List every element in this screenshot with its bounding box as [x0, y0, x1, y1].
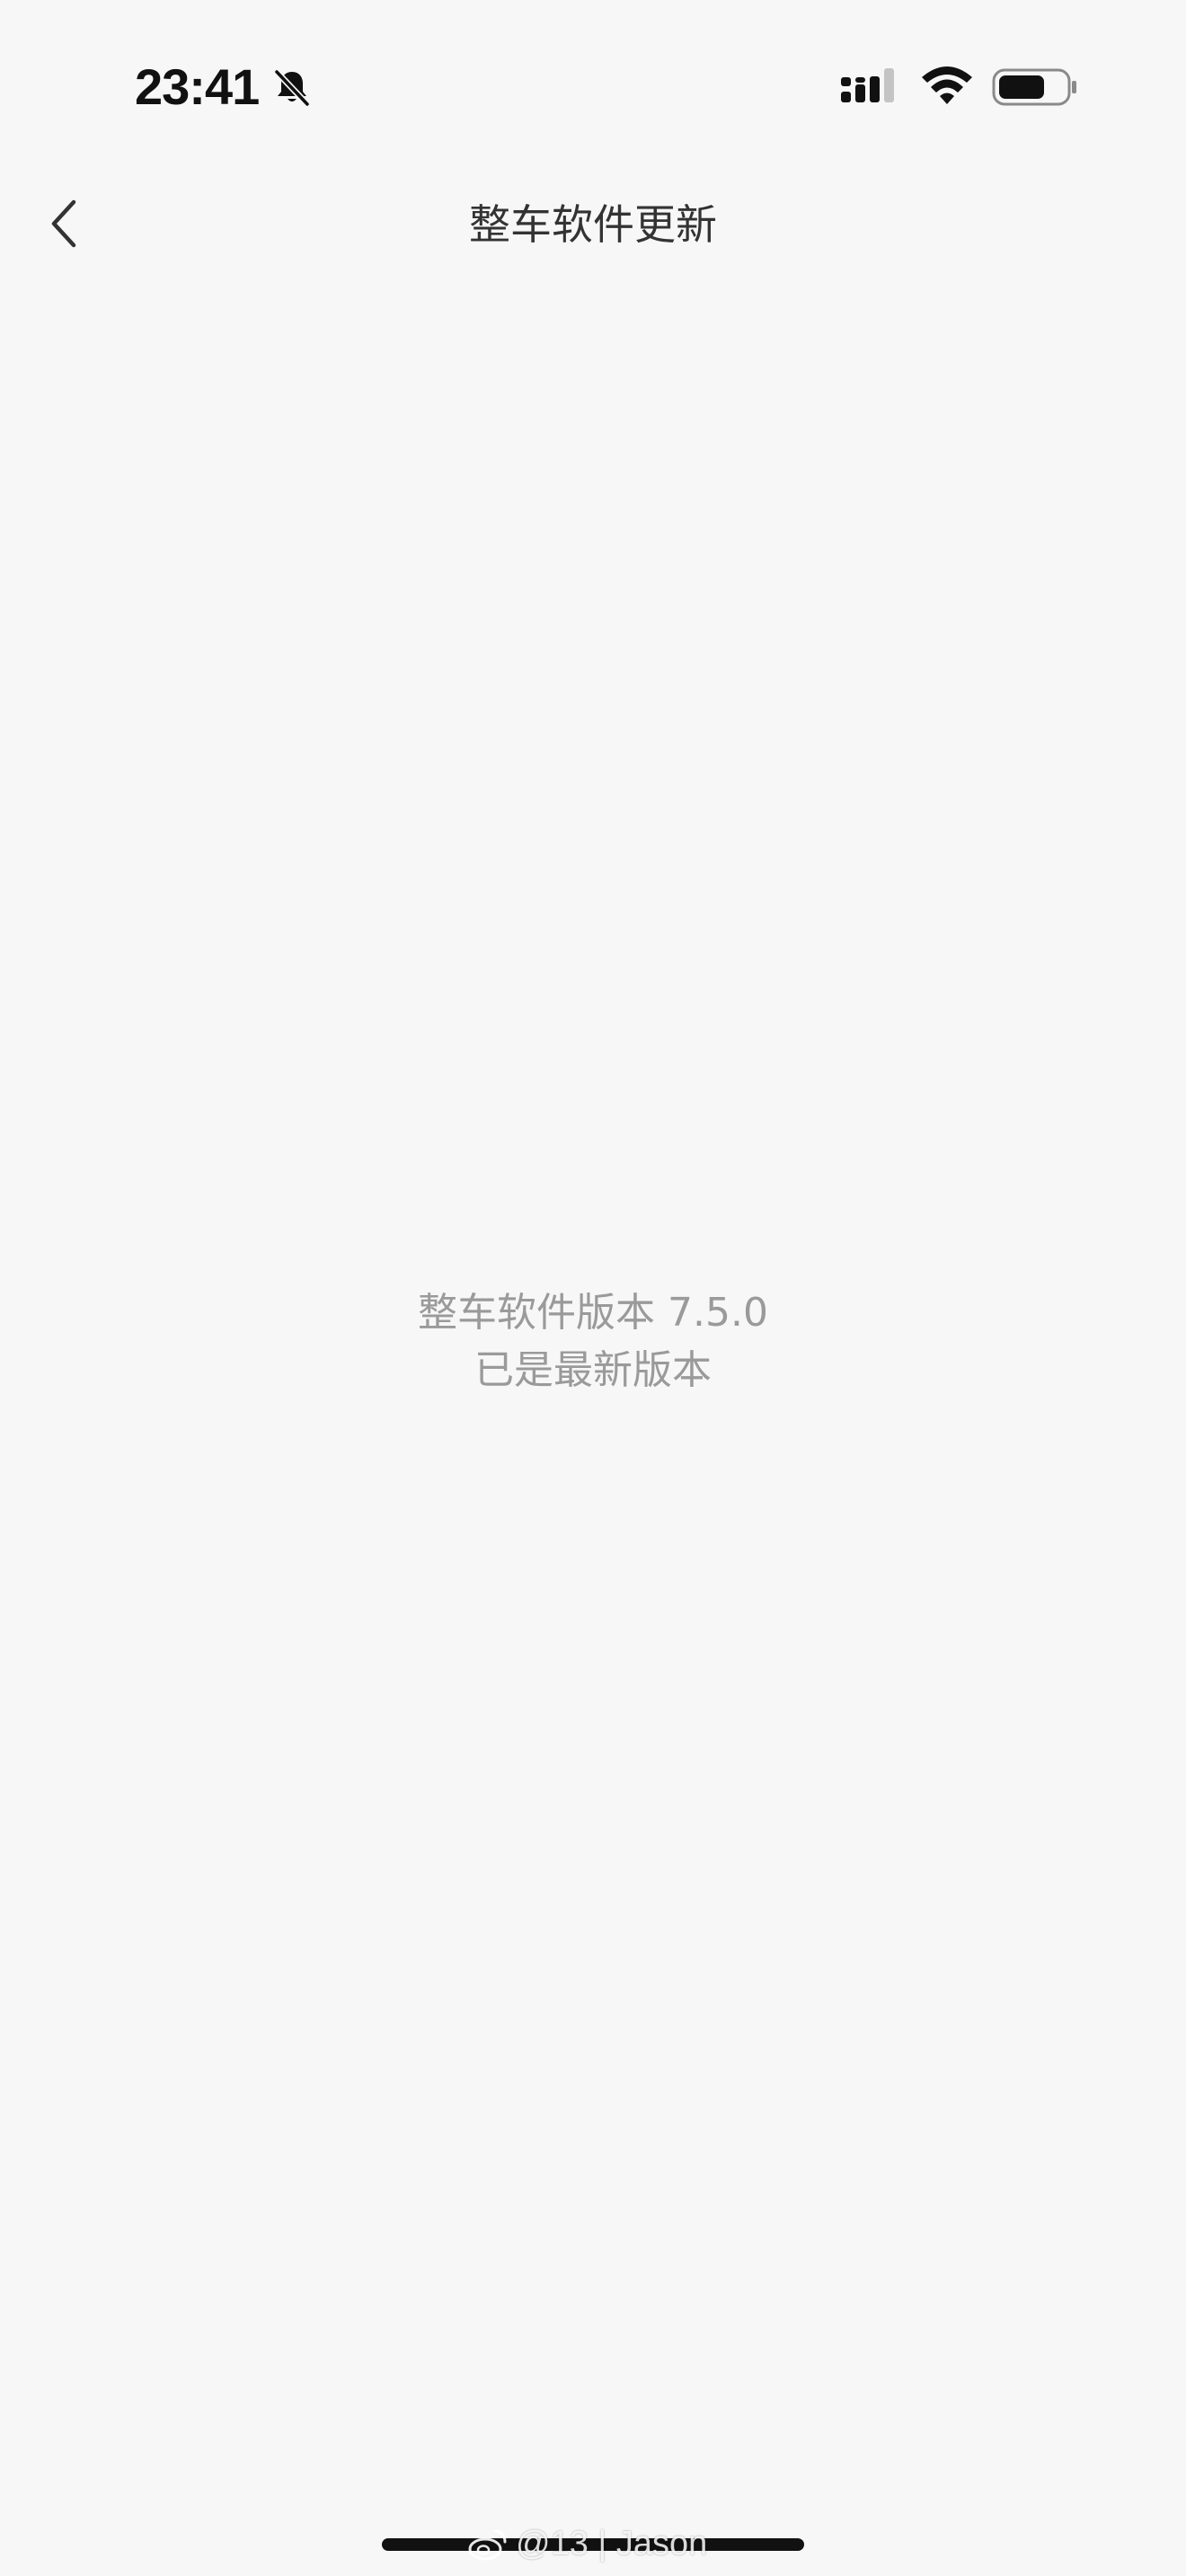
battery-icon — [992, 68, 1076, 106]
page-title: 整车软件更新 — [469, 200, 717, 249]
navigation-bar: 整车软件更新 — [0, 171, 1186, 278]
signal-icon — [841, 68, 894, 102]
bell-off-icon — [274, 69, 310, 107]
version-status: 整车软件版本 7.5.0 已是最新版本 — [0, 1284, 1186, 1399]
home-indicator[interactable] — [382, 2538, 804, 2551]
status-bar: 23:41 — [0, 0, 1186, 171]
software-version-text: 整车软件版本 7.5.0 — [418, 1290, 768, 1336]
up-to-date-text: 已是最新版本 — [474, 1347, 712, 1393]
status-time: 23:41 — [135, 58, 260, 115]
wifi-icon — [922, 66, 972, 104]
